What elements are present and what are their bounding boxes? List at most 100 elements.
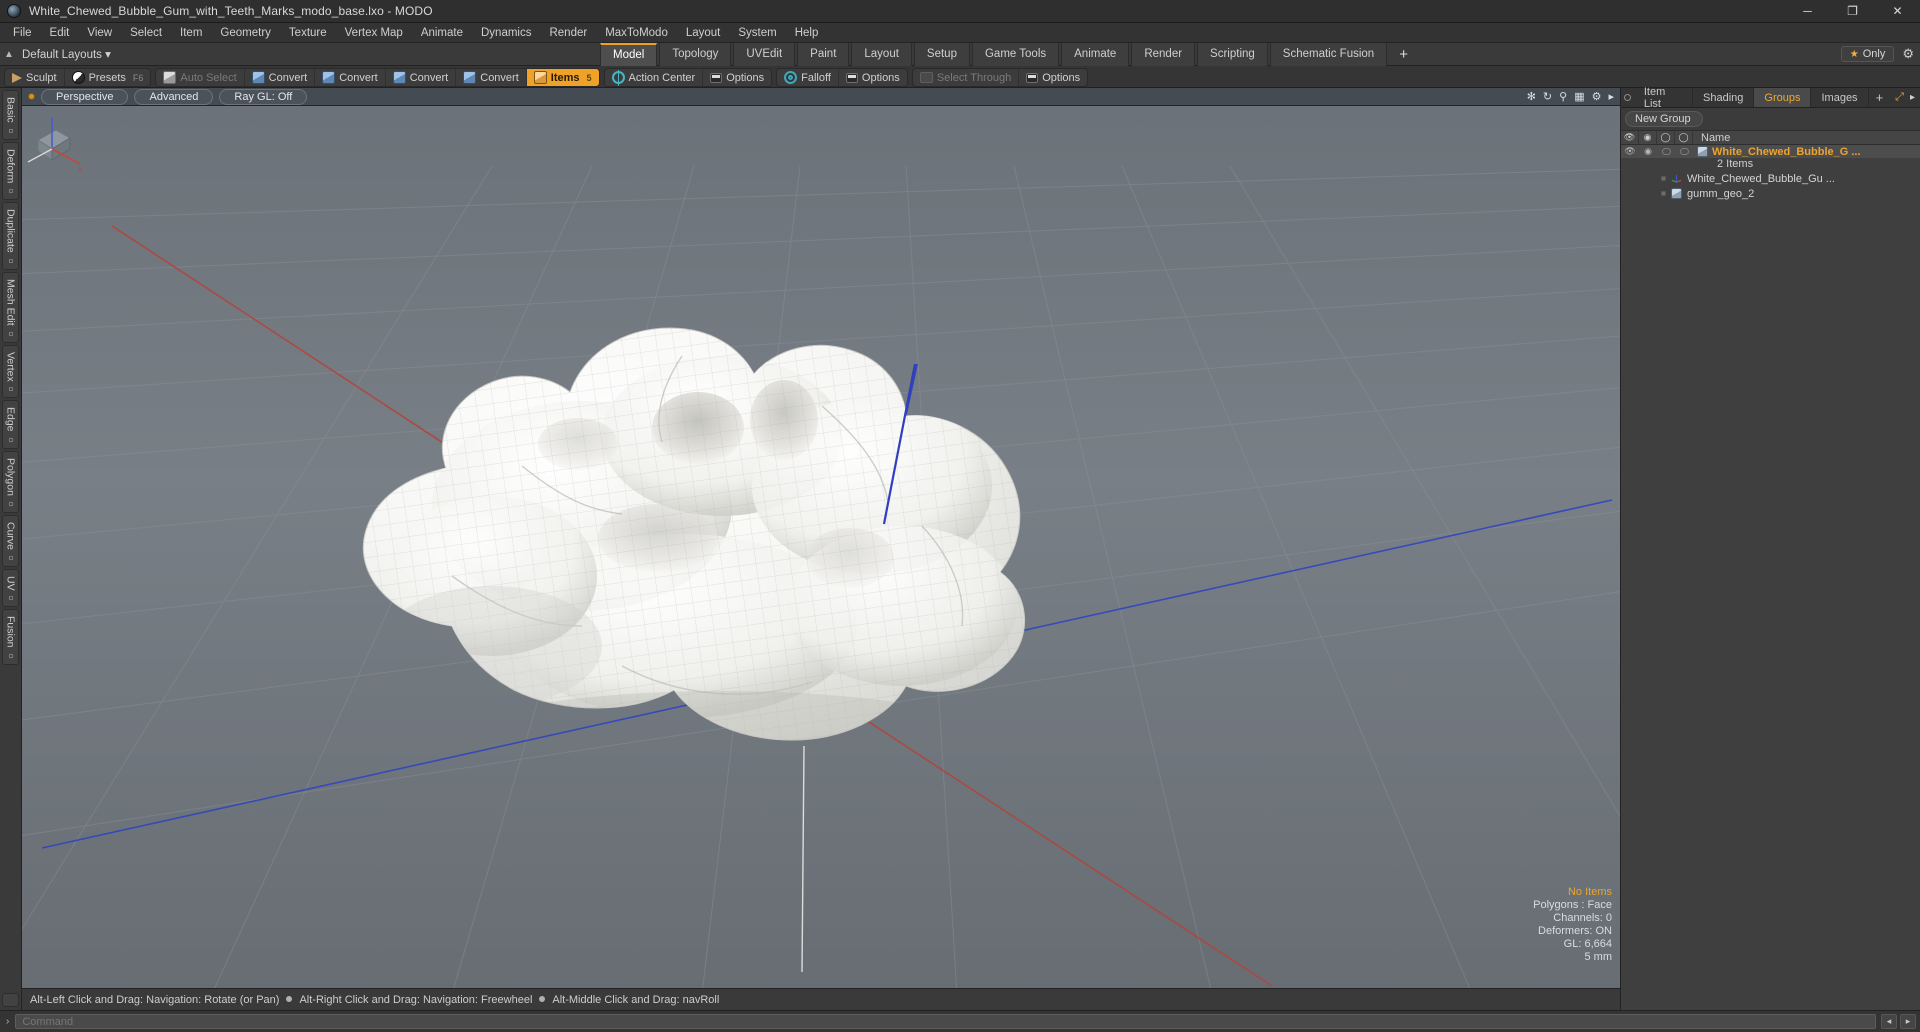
left-tab-label: Mesh Edit bbox=[4, 278, 17, 326]
toolbar-button-label: Options bbox=[861, 71, 900, 84]
menu-item-help[interactable]: Help bbox=[786, 23, 828, 43]
right-panel-tab-images[interactable]: Images bbox=[1811, 88, 1869, 107]
toolbar-button-convert[interactable]: Convert bbox=[456, 69, 527, 86]
command-input[interactable] bbox=[15, 1014, 1876, 1029]
layout-tab-paint[interactable]: Paint bbox=[797, 42, 850, 66]
minimize-button[interactable]: ─ bbox=[1785, 0, 1830, 23]
command-prompt-icon: › bbox=[6, 1016, 10, 1027]
tree-row-group[interactable]: 👁 ◉ White_Chewed_Bubble_G ... bbox=[1621, 145, 1920, 158]
row-select-toggle[interactable] bbox=[1675, 148, 1693, 155]
workspace: Basic Deform Duplicate Mesh Edit Vertex Edge P… bbox=[0, 86, 1920, 1010]
layout-tab-render[interactable]: Render bbox=[1131, 42, 1196, 66]
toolbar-button-select-through[interactable]: Select Through bbox=[913, 69, 1020, 86]
tree-row-child-geo[interactable]: gumm_geo_2 bbox=[1621, 186, 1920, 201]
only-toggle[interactable]: ★ Only bbox=[1840, 46, 1895, 62]
right-panel-tab-shading[interactable]: Shading bbox=[1693, 88, 1755, 107]
menu-item-view[interactable]: View bbox=[78, 23, 121, 43]
menu-item-render[interactable]: Render bbox=[540, 23, 596, 43]
3d-viewport[interactable]: x No Items Polygons : Face Channels: 0 D… bbox=[22, 106, 1620, 988]
layout-tab-game-tools[interactable]: Game Tools bbox=[971, 42, 1060, 66]
toolbar-button-convert[interactable]: Convert bbox=[315, 69, 386, 86]
tree-row-child-mesh[interactable]: White_Chewed_Bubble_Gu ... bbox=[1621, 171, 1920, 186]
stat-polygons: Polygons : Face bbox=[1533, 899, 1612, 911]
left-tab-mesh-edit[interactable]: Mesh Edit bbox=[2, 271, 19, 343]
axis-gizmo[interactable]: x bbox=[22, 106, 92, 176]
toolbar-button-options[interactable]: Options bbox=[1019, 69, 1087, 86]
chevron-right-icon[interactable]: ▸ bbox=[1910, 92, 1915, 103]
toolbar-button-convert[interactable]: Convert bbox=[245, 69, 316, 86]
add-layout-tab-button[interactable]: + bbox=[1389, 43, 1418, 66]
cube-blue-icon bbox=[251, 71, 265, 84]
viewport-shading-advanced[interactable]: Advanced bbox=[134, 88, 214, 105]
add-panel-tab-button[interactable]: + bbox=[1869, 88, 1891, 107]
layout-tab-uvedit[interactable]: UVEdit bbox=[733, 42, 796, 66]
left-tab-basic[interactable]: Basic bbox=[2, 90, 19, 140]
left-tab-label: Curve bbox=[4, 521, 17, 550]
right-panel-tab-item-list[interactable]: Item List bbox=[1634, 86, 1694, 110]
right-panel-tab-groups[interactable]: Groups bbox=[1754, 88, 1812, 107]
left-tab-duplicate[interactable]: Duplicate bbox=[2, 202, 19, 270]
new-group-button[interactable]: New Group bbox=[1625, 111, 1703, 127]
grid-icon[interactable]: ▦ bbox=[1574, 90, 1584, 103]
toolbar-button-convert[interactable]: Convert bbox=[386, 69, 457, 86]
menu-item-edit[interactable]: Edit bbox=[41, 23, 79, 43]
maximize-button[interactable]: ❐ bbox=[1830, 0, 1875, 23]
viewport-menu-dot-icon[interactable] bbox=[28, 93, 35, 100]
left-tab-uv[interactable]: UV bbox=[2, 568, 19, 608]
menu-item-select[interactable]: Select bbox=[121, 23, 171, 43]
toolbar-button-action-center[interactable]: Action Center bbox=[605, 69, 704, 86]
modo-orb-icon bbox=[7, 4, 21, 18]
menu-item-file[interactable]: File bbox=[4, 23, 41, 43]
left-tab-deform[interactable]: Deform bbox=[2, 141, 19, 201]
menu-item-geometry[interactable]: Geometry bbox=[211, 23, 280, 43]
layout-tab-animate[interactable]: Animate bbox=[1061, 42, 1130, 66]
viewport-mode-perspective[interactable]: Perspective bbox=[41, 88, 129, 105]
menu-item-layout[interactable]: Layout bbox=[677, 23, 730, 43]
layout-tab-layout[interactable]: Layout bbox=[851, 42, 912, 66]
child-mesh-name: White_Chewed_Bubble_Gu ... bbox=[1687, 172, 1835, 185]
column-header-name: Name bbox=[1701, 131, 1731, 144]
gear-icon[interactable]: ⚙ bbox=[1902, 46, 1914, 62]
layout-tab-setup[interactable]: Setup bbox=[913, 42, 970, 66]
layout-tab-model[interactable]: Model bbox=[600, 42, 658, 66]
menu-item-animate[interactable]: Animate bbox=[412, 23, 472, 43]
layout-tab-schematic-fusion[interactable]: Schematic Fusion bbox=[1269, 42, 1388, 66]
search-icon[interactable]: ⚲ bbox=[1559, 90, 1567, 103]
layout-tab-scripting[interactable]: Scripting bbox=[1197, 42, 1268, 66]
menu-item-system[interactable]: System bbox=[729, 23, 785, 43]
left-tab-edge[interactable]: Edge bbox=[2, 400, 19, 449]
left-tab-curve[interactable]: Curve bbox=[2, 514, 19, 567]
default-layouts-menu[interactable]: Default Layouts ▾ bbox=[18, 47, 117, 61]
row-render-toggle[interactable]: ◉ bbox=[1639, 146, 1657, 157]
menu-item-vertex-map[interactable]: Vertex Map bbox=[336, 23, 412, 43]
menu-item-maxtomodo[interactable]: MaxToModo bbox=[596, 23, 677, 43]
panel-menu-dot-icon[interactable] bbox=[1621, 88, 1634, 107]
left-tab-polygon[interactable]: Polygon bbox=[2, 450, 19, 513]
command-next-button[interactable]: ▸ bbox=[1900, 1014, 1916, 1029]
settings-icon[interactable]: ✻ bbox=[1527, 90, 1536, 103]
row-lock-toggle[interactable] bbox=[1657, 148, 1675, 155]
layout-up-arrow-icon[interactable]: ▲ bbox=[0, 43, 18, 66]
menu-item-dynamics[interactable]: Dynamics bbox=[472, 23, 540, 43]
layout-tab-topology[interactable]: Topology bbox=[659, 42, 732, 66]
menu-item-item[interactable]: Item bbox=[171, 23, 211, 43]
refresh-icon[interactable]: ↻ bbox=[1543, 90, 1552, 103]
row-visibility-toggle[interactable]: 👁 bbox=[1621, 146, 1639, 157]
toolbar-button-auto-select[interactable]: Auto Select bbox=[156, 69, 245, 86]
chevron-right-icon[interactable]: ▸ bbox=[1608, 90, 1614, 103]
toolbar-button-options[interactable]: Options bbox=[839, 69, 907, 86]
toolbar-button-sculpt[interactable]: Sculpt bbox=[5, 69, 65, 86]
toolbar-button-presets[interactable]: Presets F6 bbox=[65, 69, 151, 86]
left-tab-fusion[interactable]: Fusion bbox=[2, 609, 19, 665]
left-tab-vertex[interactable]: Vertex bbox=[2, 344, 19, 399]
gear-icon[interactable]: ⚙ bbox=[1592, 90, 1602, 103]
toolbar-button-items[interactable]: Items 5 bbox=[526, 69, 599, 86]
toolbar-button-falloff[interactable]: Falloff bbox=[777, 69, 839, 86]
close-button[interactable]: ✕ bbox=[1875, 0, 1920, 23]
menu-item-texture[interactable]: Texture bbox=[280, 23, 336, 43]
expand-icon[interactable]: ⤢ bbox=[1895, 91, 1904, 104]
toolbar-button-options[interactable]: Options bbox=[703, 69, 771, 86]
left-tab-overflow-button[interactable] bbox=[2, 993, 19, 1007]
viewport-raygl-toggle[interactable]: Ray GL: Off bbox=[219, 88, 308, 105]
command-prev-button[interactable]: ◂ bbox=[1881, 1014, 1897, 1029]
